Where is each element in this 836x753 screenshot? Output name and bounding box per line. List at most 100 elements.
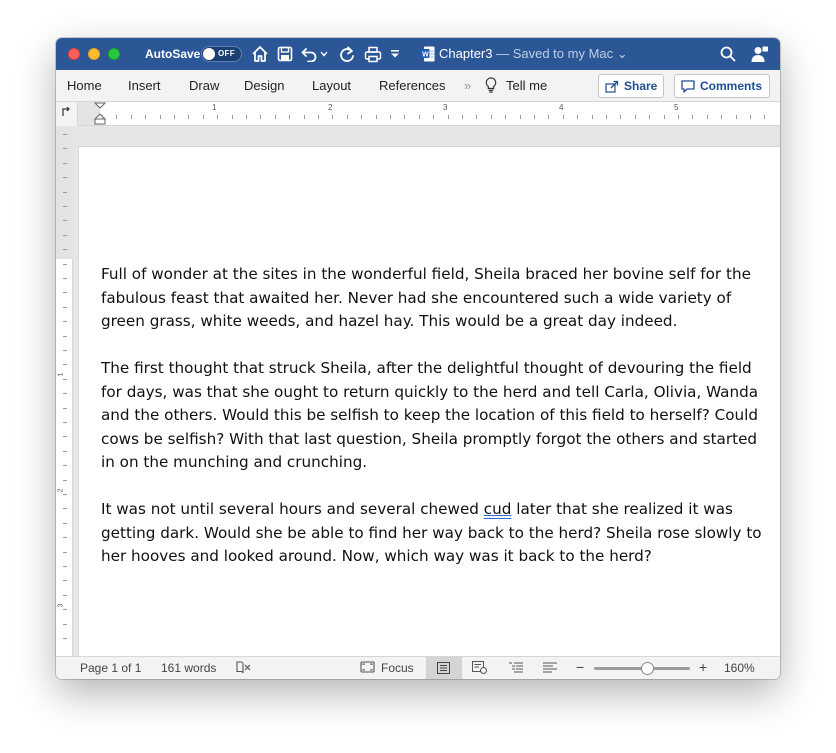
vertical-ruler-tick <box>63 177 67 179</box>
tab-references[interactable]: References <box>379 78 445 93</box>
focus-label[interactable]: Focus <box>381 661 414 675</box>
vertical-ruler-tick <box>63 234 67 236</box>
save-icon[interactable] <box>275 44 295 64</box>
zoom-level[interactable]: 160% <box>724 661 755 675</box>
print-layout-view-button[interactable] <box>426 657 462 679</box>
document-canvas[interactable]: Full of wonder at the sites in the wonde… <box>73 126 780 656</box>
tab-design[interactable]: Design <box>244 78 284 93</box>
ruler-tick <box>375 115 377 119</box>
vertical-ruler-tick <box>63 350 67 351</box>
print-layout-icon <box>437 662 450 674</box>
zoom-out-button[interactable]: − <box>576 659 584 675</box>
title-bar: AutoSave OFF W Chapter3 — Saved to my Ma… <box>56 38 780 70</box>
vertical-ruler-tick <box>63 638 67 639</box>
vertical-ruler-tick <box>63 263 67 265</box>
vertical-ruler-tick <box>63 364 67 366</box>
ruler-tick <box>735 115 737 119</box>
ruler-number: 3 <box>443 103 448 112</box>
focus-icon[interactable] <box>360 661 375 676</box>
ruler-tick <box>303 115 305 119</box>
vertical-ruler-number: 3 <box>57 603 65 608</box>
vertical-ruler-tick <box>63 335 67 337</box>
ruler-number: 1 <box>212 103 217 112</box>
ruler-tick <box>274 115 276 119</box>
tab-insert[interactable]: Insert <box>128 78 161 93</box>
web-layout-icon[interactable] <box>472 661 487 677</box>
ruler-tick <box>519 115 521 119</box>
vertical-ruler-tick <box>63 551 67 553</box>
paragraph-text: It was not until several hours and sever… <box>101 500 484 518</box>
tab-layout[interactable]: Layout <box>312 78 351 93</box>
maximize-window-button[interactable] <box>108 48 120 60</box>
ruler-tick <box>116 115 118 119</box>
vertical-ruler-tick <box>63 450 67 452</box>
ruler-tick <box>332 115 334 119</box>
paragraph[interactable]: The first thought that struck Sheila, af… <box>101 357 763 475</box>
zoom-slider-thumb[interactable] <box>640 662 654 675</box>
undo-dropdown-icon[interactable] <box>318 44 330 64</box>
document-body[interactable]: Full of wonder at the sites in the wonde… <box>101 263 763 592</box>
ruler-tick <box>260 115 262 119</box>
vertical-ruler-tick <box>63 393 67 395</box>
tab-home[interactable]: Home <box>67 78 102 93</box>
page-count[interactable]: Page 1 of 1 <box>80 661 141 675</box>
vertical-ruler-tick <box>63 378 67 380</box>
ruler-tick <box>692 115 694 119</box>
vertical-ruler-tick <box>63 522 67 524</box>
close-window-button[interactable] <box>68 48 80 60</box>
zoom-in-button[interactable]: + <box>699 659 707 675</box>
save-status: — Saved to my Mac ⌄ <box>492 46 628 61</box>
vertical-ruler[interactable]: 1 2 3 <box>56 126 73 656</box>
ruler-tick <box>390 115 391 119</box>
redo-icon[interactable] <box>337 44 357 64</box>
proofing-icon[interactable] <box>236 660 252 677</box>
home-icon[interactable] <box>250 44 270 64</box>
ruler-tick <box>591 115 593 119</box>
vertical-ruler-tick <box>63 292 67 294</box>
vertical-ruler-tick <box>63 580 67 582</box>
horizontal-ruler[interactable]: 1 2 3 4 5 <box>78 102 780 126</box>
tab-draw[interactable]: Draw <box>189 78 219 93</box>
ruler-tick <box>721 115 723 119</box>
ruler-tick <box>505 115 507 119</box>
account-icon[interactable] <box>750 44 770 64</box>
more-tabs-chevron[interactable]: » <box>464 78 471 93</box>
search-icon[interactable] <box>718 44 738 64</box>
vertical-ruler-tick <box>63 191 67 193</box>
tell-me-search[interactable]: Tell me <box>506 78 547 93</box>
vertical-ruler-tick <box>63 422 67 423</box>
indent-marker-icon[interactable] <box>94 102 106 126</box>
undo-icon[interactable] <box>300 44 320 64</box>
vertical-ruler-tick <box>63 206 67 207</box>
minimize-window-button[interactable] <box>88 48 100 60</box>
vertical-ruler-number: 2 <box>57 488 65 493</box>
ruler-tick <box>217 115 219 119</box>
lightbulb-icon[interactable] <box>485 77 497 96</box>
autosave-toggle[interactable]: OFF <box>201 46 242 62</box>
ruler-tick <box>663 115 665 119</box>
ruler-tick <box>678 115 679 119</box>
print-icon[interactable] <box>363 44 383 64</box>
vertical-ruler-tick <box>63 306 67 308</box>
customize-toolbar-icon[interactable] <box>388 44 402 64</box>
toggle-knob <box>203 48 215 60</box>
document-title[interactable]: Chapter3 — Saved to my Mac ⌄ <box>439 46 628 62</box>
outline-view-icon[interactable] <box>509 662 523 676</box>
draft-view-icon[interactable] <box>543 662 557 676</box>
paragraph[interactable]: It was not until several hours and sever… <box>101 498 763 569</box>
word-count[interactable]: 161 words <box>161 661 216 675</box>
ruler-tick <box>433 115 435 119</box>
ruler-tick <box>490 115 492 119</box>
paragraph[interactable]: Full of wonder at the sites in the wonde… <box>101 263 763 334</box>
ruler-tick <box>562 115 564 119</box>
vertical-ruler-tick <box>63 494 67 495</box>
tab-selector-icon[interactable] <box>56 102 78 126</box>
vertical-ruler-tick <box>63 249 67 251</box>
ruler-tick <box>246 115 247 119</box>
document-page[interactable]: Full of wonder at the sites in the wonde… <box>78 146 780 656</box>
share-button[interactable]: Share <box>598 74 664 98</box>
ruler-tick <box>462 115 463 119</box>
flagged-word[interactable]: cud <box>484 500 512 518</box>
comments-button[interactable]: Comments <box>674 74 770 98</box>
share-label: Share <box>624 79 658 93</box>
